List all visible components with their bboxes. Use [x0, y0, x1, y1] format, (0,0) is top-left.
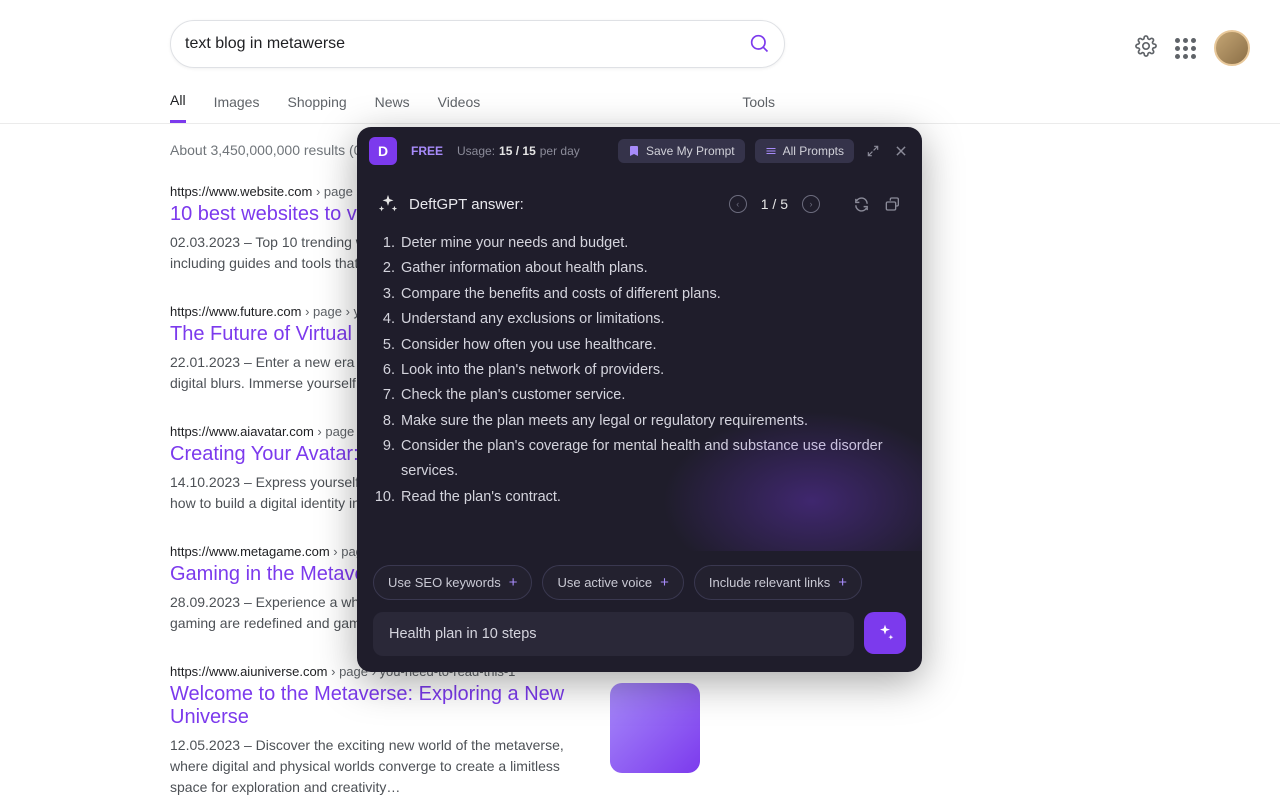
list-item: Gather information about health plans. [399, 256, 900, 281]
result-domain: https://www.website.com [170, 184, 312, 199]
chip-seo-keywords[interactable]: Use SEO keywords+ [373, 565, 532, 600]
prompt-input[interactable] [373, 612, 854, 656]
save-prompt-button[interactable]: Save My Prompt [618, 139, 745, 163]
answer-title: DeftGPT answer: [409, 196, 524, 213]
list-item: Understand any exclusions or limitations… [399, 307, 900, 332]
tab-images[interactable]: Images [214, 94, 260, 122]
result-title[interactable]: Welcome to the Metaverse: Exploring a Ne… [170, 683, 590, 729]
deftgpt-overlay: D FREE Usage: 15 / 15 per day Save My Pr… [357, 127, 922, 672]
plan-badge: FREE [411, 144, 443, 158]
nav-tabs: All Images Shopping News Videos Tools [0, 68, 1280, 124]
search-input[interactable] [185, 35, 750, 53]
copy-icon[interactable] [884, 195, 902, 213]
next-icon[interactable]: › [802, 195, 820, 213]
chip-active-voice[interactable]: Use active voice+ [542, 565, 683, 600]
result-domain: https://www.aiuniverse.com [170, 664, 328, 679]
tab-all[interactable]: All [170, 92, 186, 123]
search-result: https://www.aiuniverse.com › page › you-… [170, 664, 700, 798]
tools-link[interactable]: Tools [742, 94, 775, 122]
chip-relevant-links[interactable]: Include relevant links+ [694, 565, 862, 600]
list-item: Make sure the plan meets any legal or re… [399, 409, 900, 434]
result-domain: https://www.future.com [170, 304, 302, 319]
answer-list: Deter mine your needs and budget. Gather… [379, 231, 900, 510]
gear-icon[interactable] [1135, 35, 1157, 62]
send-button[interactable] [864, 612, 906, 654]
result-thumbnail[interactable] [610, 683, 700, 773]
refresh-icon[interactable] [852, 195, 870, 213]
answer-counter: 1 / 5 [761, 196, 788, 212]
plus-icon: + [509, 574, 518, 591]
search-box[interactable] [170, 20, 785, 68]
list-item: Consider how often you use healthcare. [399, 333, 900, 358]
tab-videos[interactable]: Videos [438, 94, 481, 122]
list-item: Consider the plan's coverage for mental … [399, 434, 900, 485]
search-icon[interactable] [750, 34, 770, 54]
overlay-header: D FREE Usage: 15 / 15 per day Save My Pr… [357, 127, 922, 175]
result-domain: https://www.aiavatar.com [170, 424, 314, 439]
usage-label: Usage: 15 / 15 per day [457, 144, 580, 158]
list-item: Compare the benefits and costs of differ… [399, 282, 900, 307]
avatar[interactable] [1214, 30, 1250, 66]
result-desc: 12.05.2023 – Discover the exciting new w… [170, 735, 590, 798]
close-icon[interactable] [892, 142, 910, 160]
prev-icon[interactable]: ‹ [729, 195, 747, 213]
list-item: Deter mine your needs and budget. [399, 231, 900, 256]
tab-news[interactable]: News [375, 94, 410, 122]
sparkle-icon [377, 193, 399, 215]
list-item: Check the plan's customer service. [399, 383, 900, 408]
result-domain: https://www.metagame.com [170, 544, 330, 559]
deftgpt-logo: D [369, 137, 397, 165]
all-prompts-button[interactable]: All Prompts [755, 139, 854, 163]
tab-shopping[interactable]: Shopping [287, 94, 346, 122]
list-item: Read the plan's contract. [399, 485, 900, 510]
plus-icon: + [660, 574, 669, 591]
list-item: Look into the plan's network of provider… [399, 358, 900, 383]
plus-icon: + [838, 574, 847, 591]
expand-icon[interactable] [864, 142, 882, 160]
apps-icon[interactable] [1175, 38, 1196, 59]
